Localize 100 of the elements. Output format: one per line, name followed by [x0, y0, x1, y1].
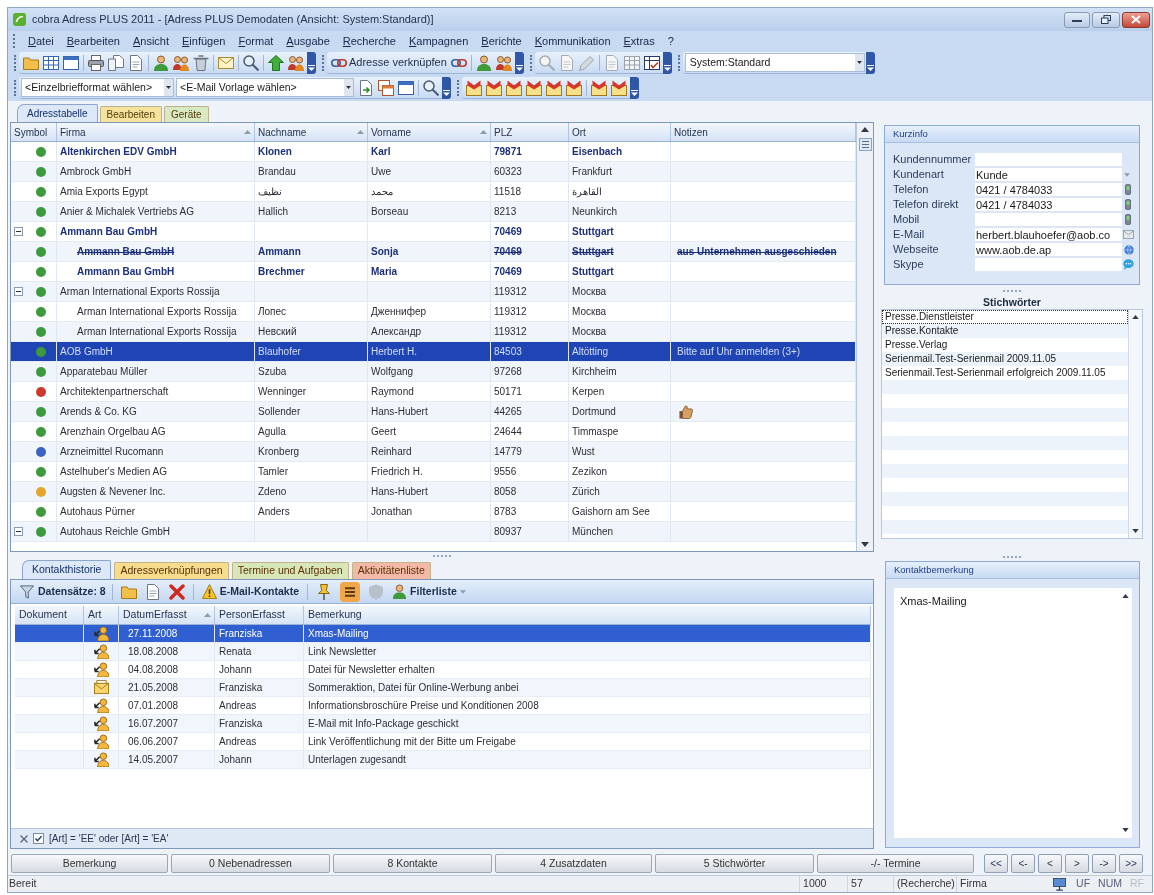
- person-icon[interactable]: [475, 54, 492, 71]
- scrollbar[interactable]: [1128, 310, 1142, 538]
- view-select[interactable]: System:Standard: [684, 53, 865, 72]
- document-icon[interactable]: [144, 583, 161, 600]
- envelope-icon[interactable]: [546, 79, 562, 96]
- toolbar-overflow-button[interactable]: [630, 77, 639, 99]
- trash-icon[interactable]: [193, 54, 209, 71]
- close-icon[interactable]: [20, 834, 28, 843]
- text-field[interactable]: [975, 257, 1122, 272]
- menu-item[interactable]: Kommunikation: [534, 32, 611, 50]
- tab[interactable]: Adresstabelle: [17, 104, 98, 122]
- tab[interactable]: Kontakthistorie: [22, 560, 112, 579]
- navigation-button[interactable]: <<: [984, 854, 1008, 873]
- navigation-button[interactable]: <: [1038, 854, 1062, 873]
- people-icon[interactable]: [173, 54, 189, 71]
- letter-format-select[interactable]: <Einzelbriefformat wählen>: [21, 78, 174, 97]
- tab[interactable]: Geräte: [163, 106, 209, 122]
- envelope-icon[interactable]: [566, 79, 582, 96]
- column-header[interactable]: Nachname: [255, 123, 368, 141]
- table-row[interactable]: Arzneimittel Rucomann Kronberg Reinhard 14779 Wust: [11, 442, 856, 462]
- table-row[interactable]: Arends & Co. KG Sollender Hans-Hubert 44265 Dortmund: [11, 402, 856, 422]
- document-icon[interactable]: [603, 54, 620, 71]
- column-header[interactable]: Vorname: [368, 123, 491, 141]
- record-section-button[interactable]: 4 Zusatzdaten: [495, 854, 652, 873]
- menu-item[interactable]: ?: [667, 32, 674, 50]
- arrow-down-icon[interactable]: [861, 542, 869, 547]
- column-header[interactable]: Ort: [569, 123, 671, 141]
- table-row[interactable]: Ammann Bau GmbH Ammann Sonja 70469 Stuttgart aus Unternehmen ausgeschieden: [11, 242, 856, 262]
- column-header[interactable]: Firma: [57, 123, 255, 141]
- table-row[interactable]: Ammann Bau GmbH Brechmer Maria 70469 Stuttgart: [11, 262, 856, 282]
- envelope-icon[interactable]: [506, 79, 522, 96]
- menu-item[interactable]: Ausgabe: [286, 32, 330, 50]
- collapse-icon[interactable]: [14, 287, 23, 296]
- toolbar-overflow-button[interactable]: [442, 77, 451, 99]
- table-row[interactable]: Arman International Exports Rossija 119312 Москва: [11, 282, 856, 302]
- envelope-icon[interactable]: [218, 54, 234, 71]
- table-row[interactable]: 14.05.2007 Johann Unterlagen zugesandt: [15, 751, 871, 769]
- envelope-icon[interactable]: [591, 79, 607, 96]
- menu-item[interactable]: Berichte: [481, 32, 522, 50]
- window-icon[interactable]: [398, 79, 414, 96]
- search-icon[interactable]: [423, 79, 439, 96]
- person-icon[interactable]: [153, 54, 169, 71]
- chat-bubble-icon[interactable]: [1123, 259, 1134, 270]
- text-field[interactable]: herbert.blauhoefer@aob.co: [975, 227, 1122, 242]
- table-row[interactable]: Architektenpartnerschaft Wenninger Raymond 50171 Kerpen: [11, 382, 856, 402]
- folder-icon[interactable]: [120, 583, 137, 600]
- toolbar-overflow-button[interactable]: [514, 52, 524, 74]
- envelope-icon[interactable]: [526, 79, 542, 96]
- record-section-button[interactable]: 8 Kontakte: [333, 854, 492, 873]
- mobile-phone-icon[interactable]: [1125, 184, 1131, 195]
- text-field[interactable]: 0421 / 4784033: [975, 182, 1122, 197]
- arrow-up-icon[interactable]: [1121, 594, 1129, 598]
- navigation-button[interactable]: ->: [1092, 854, 1116, 873]
- table-row[interactable]: Astelhuber's Medien AG Tamler Friedrich H. 9556 Zezikon: [11, 462, 856, 482]
- arrow-up-icon[interactable]: [861, 127, 869, 132]
- grid-icon[interactable]: [43, 54, 59, 71]
- pushpin-icon[interactable]: [316, 583, 333, 600]
- table-row[interactable]: Apparatebau Müller Szuba Wolfgang 97268 Kirchheim: [11, 362, 856, 382]
- windows-icon[interactable]: [378, 79, 394, 96]
- envelope-icon[interactable]: [611, 79, 627, 96]
- text-field[interactable]: [975, 212, 1122, 227]
- list-item[interactable]: Presse.Dienstleister: [882, 310, 1128, 324]
- restore-button[interactable]: [1092, 11, 1120, 28]
- table-row[interactable]: Autohaus Reichle GmbH 80937 München: [11, 522, 856, 542]
- tab[interactable]: Adressverknüpfungen: [114, 562, 229, 579]
- close-button[interactable]: [1122, 11, 1150, 28]
- column-header[interactable]: Bemerkung: [304, 606, 871, 624]
- globe-icon[interactable]: [1124, 244, 1134, 255]
- scrollbar[interactable]: [1118, 588, 1132, 838]
- text-field[interactable]: 0421 / 4784033: [975, 197, 1122, 212]
- menu-item[interactable]: Format: [238, 32, 274, 50]
- document-icon[interactable]: [128, 54, 144, 71]
- mobile-phone-icon[interactable]: [1125, 214, 1131, 225]
- text-field[interactable]: www.aob.de.ap: [975, 242, 1122, 257]
- list-item[interactable]: Presse.Verlag: [882, 338, 1128, 352]
- toolbar-overflow-button[interactable]: [865, 52, 875, 74]
- toolbar-grip[interactable]: [457, 80, 460, 96]
- scrollbar[interactable]: [856, 123, 873, 551]
- toolbar-grip[interactable]: [14, 80, 17, 96]
- menu-item[interactable]: Recherche: [342, 32, 396, 50]
- arrow-up-icon[interactable]: [1132, 315, 1139, 319]
- delete-icon[interactable]: [168, 583, 185, 600]
- keyword-list[interactable]: Presse.Dienstleister Presse.Kontakte Presse.Verlag Serienmail.Test-Serienmail 2009.11.05 Serienmail.Test-Serienmail erfolgreich 2009.11.05: [881, 309, 1143, 539]
- arrow-down-icon[interactable]: [1132, 529, 1139, 533]
- record-section-button[interactable]: -/- Termine: [817, 854, 974, 873]
- toolbar-grip[interactable]: [14, 55, 17, 71]
- text-field[interactable]: [975, 152, 1122, 167]
- envelope-icon[interactable]: [486, 79, 502, 96]
- column-header[interactable]: PLZ: [491, 123, 569, 141]
- menu-item[interactable]: Kampagnen: [408, 32, 469, 50]
- column-header[interactable]: Dokument: [15, 606, 84, 624]
- toolbar-grip[interactable]: [529, 55, 533, 71]
- tab[interactable]: Bearbeiten: [99, 106, 162, 122]
- email-contacts-button[interactable]: E-Mail-Kontakte: [199, 581, 302, 602]
- filter-list-button[interactable]: Filterliste: [390, 581, 468, 602]
- menu-item[interactable]: Extras: [623, 32, 655, 50]
- table-row[interactable]: Augsten & Nevener Inc. Zdeno Hans-Hubert 8058 Zürich: [11, 482, 856, 502]
- column-header[interactable]: DatumErfasst: [119, 606, 215, 624]
- table-row[interactable]: Anier & Michalek Vertriebs AG Hallich Borseau 8213 Neunkirch: [11, 202, 856, 222]
- column-header[interactable]: PersonErfasst: [215, 606, 304, 624]
